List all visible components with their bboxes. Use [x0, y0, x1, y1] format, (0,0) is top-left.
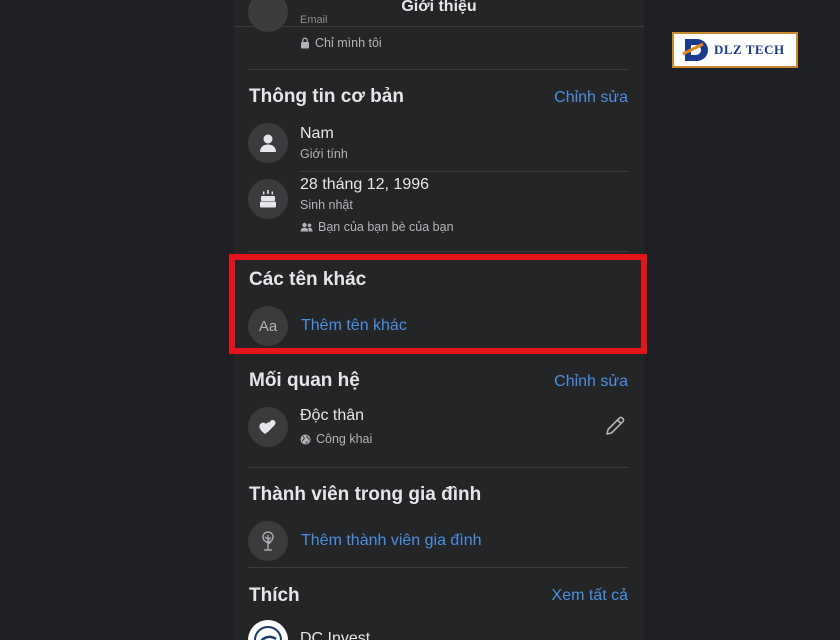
gender-label: Giới tính — [300, 147, 348, 161]
section-divider — [248, 251, 628, 252]
likes-first-item[interactable]: DC Invest — [300, 630, 370, 640]
highlight-frame — [229, 254, 647, 354]
section-divider — [248, 567, 628, 568]
page-title: Giới thiệu — [401, 0, 477, 15]
dlz-tech-logo: DLZ TECH — [672, 32, 798, 68]
relationship-privacy: Công khai — [300, 432, 372, 446]
top-bar: ‹ Giới thiệu — [234, 0, 644, 27]
birthday-cake-icon — [248, 179, 288, 219]
relationship-edit-button[interactable]: Chỉnh sửa — [554, 373, 628, 391]
relationship-privacy-text: Công khai — [316, 432, 373, 446]
friends-of-friends-icon — [300, 222, 313, 232]
family-tree-icon — [248, 521, 288, 561]
likes-see-all-button[interactable]: Xem tất cả — [552, 587, 628, 605]
person-icon — [248, 123, 288, 163]
email-label: Email — [300, 14, 328, 24]
hearts-icon — [248, 407, 288, 447]
section-divider — [248, 467, 628, 468]
email-privacy: Chỉ mình tôi — [300, 36, 382, 50]
add-family-member-link[interactable]: Thêm thành viên gia đình — [301, 532, 482, 550]
relationship-title: Mối quan hệ — [249, 370, 360, 391]
relationship-status: Độc thân — [300, 407, 365, 424]
dlz-logo-icon — [680, 35, 714, 65]
email-privacy-text: Chỉ mình tôi — [315, 36, 382, 50]
lock-icon — [300, 37, 310, 49]
email-icon — [248, 0, 288, 32]
globe-icon — [300, 434, 311, 445]
row-divider — [300, 171, 628, 172]
dlz-logo-text: DLZ TECH — [714, 42, 785, 57]
basic-info-title: Thông tin cơ bản — [249, 86, 404, 107]
birthday-label: Sinh nhật — [300, 198, 353, 212]
basic-info-edit-button[interactable]: Chỉnh sửa — [554, 89, 628, 107]
birthday-value: 28 tháng 12, 1996 — [300, 176, 430, 193]
birthday-privacy-text: Bạn của bạn bè của bạn — [318, 220, 454, 234]
gender-value: Nam — [300, 125, 334, 142]
dc-invest-avatar[interactable] — [248, 620, 288, 640]
family-title: Thành viên trong gia đình — [249, 484, 482, 505]
section-divider — [248, 69, 628, 70]
pencil-edit-icon[interactable] — [603, 414, 627, 438]
likes-title: Thích — [249, 585, 300, 606]
birthday-privacy: Bạn của bạn bè của bạn — [300, 220, 454, 234]
